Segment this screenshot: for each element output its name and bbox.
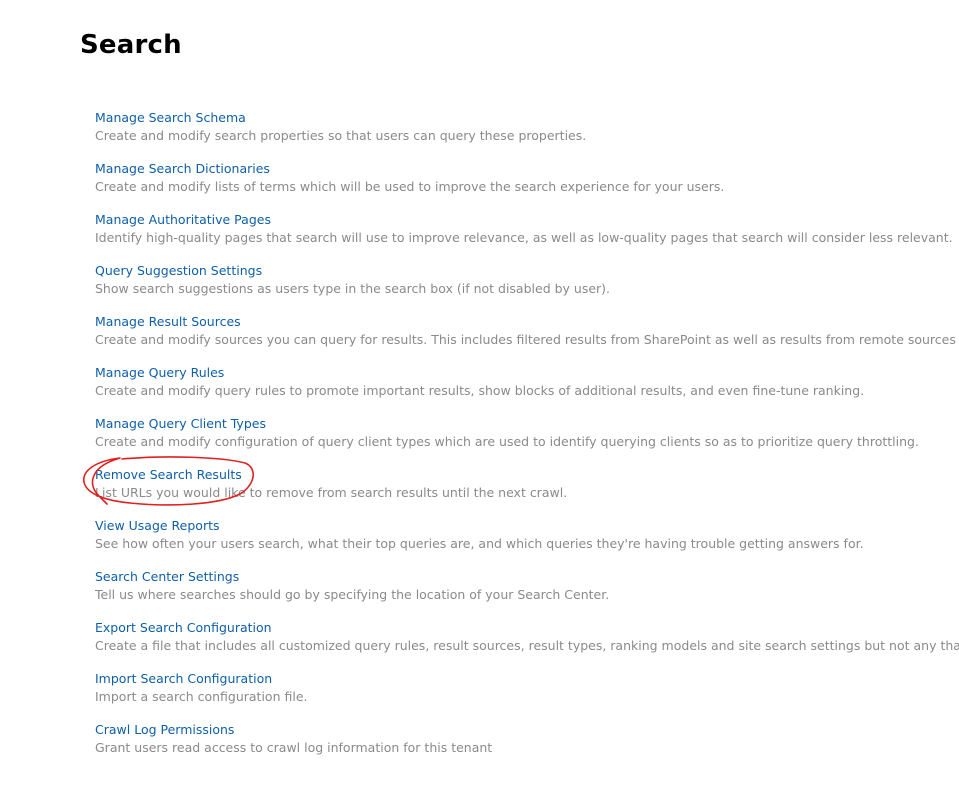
list-item-export-search-configuration: Export Search Configuration Create a fil… (95, 619, 959, 670)
remove-search-results-link[interactable]: Remove Search Results (95, 466, 959, 484)
list-item-remove-search-results: Remove Search Results List URLs you woul… (95, 466, 959, 517)
query-suggestion-settings-link[interactable]: Query Suggestion Settings (95, 262, 959, 280)
search-settings-list: Manage Search Schema Create and modify s… (95, 109, 959, 772)
manage-query-client-types-link[interactable]: Manage Query Client Types (95, 415, 959, 433)
export-search-configuration-link[interactable]: Export Search Configuration (95, 619, 959, 637)
list-item-manage-query-rules: Manage Query Rules Create and modify que… (95, 364, 959, 415)
manage-result-sources-description: Create and modify sources you can query … (95, 332, 959, 347)
list-item-view-usage-reports: View Usage Reports See how often your us… (95, 517, 959, 568)
list-item-search-center-settings: Search Center Settings Tell us where sea… (95, 568, 959, 619)
list-item-manage-authoritative-pages: Manage Authoritative Pages Identify high… (95, 211, 959, 262)
list-item-import-search-configuration: Import Search Configuration Import a sea… (95, 670, 959, 721)
manage-query-client-types-description: Create and modify configuration of query… (95, 434, 919, 449)
list-item-manage-query-client-types: Manage Query Client Types Create and mod… (95, 415, 959, 466)
list-item-query-suggestion-settings: Query Suggestion Settings Show search su… (95, 262, 959, 313)
manage-authoritative-pages-description: Identify high-quality pages that search … (95, 230, 953, 245)
manage-search-dictionaries-link[interactable]: Manage Search Dictionaries (95, 160, 959, 178)
export-search-configuration-description: Create a file that includes all customiz… (95, 638, 959, 653)
manage-result-sources-link[interactable]: Manage Result Sources (95, 313, 959, 331)
manage-search-schema-link[interactable]: Manage Search Schema (95, 109, 959, 127)
manage-authoritative-pages-link[interactable]: Manage Authoritative Pages (95, 211, 959, 229)
view-usage-reports-description: See how often your users search, what th… (95, 536, 864, 551)
query-suggestion-settings-description: Show search suggestions as users type in… (95, 281, 611, 296)
page-title: Search (80, 30, 182, 60)
manage-query-rules-link[interactable]: Manage Query Rules (95, 364, 959, 382)
manage-search-schema-description: Create and modify search properties so t… (95, 128, 587, 143)
import-search-configuration-link[interactable]: Import Search Configuration (95, 670, 959, 688)
manage-search-dictionaries-description: Create and modify lists of terms which w… (95, 179, 725, 194)
manage-query-rules-description: Create and modify query rules to promote… (95, 383, 865, 398)
crawl-log-permissions-description: Grant users read access to crawl log inf… (95, 740, 493, 755)
search-center-settings-description: Tell us where searches should go by spec… (95, 587, 610, 602)
remove-search-results-description: List URLs you would like to remove from … (95, 485, 568, 500)
list-item-manage-search-schema: Manage Search Schema Create and modify s… (95, 109, 959, 160)
view-usage-reports-link[interactable]: View Usage Reports (95, 517, 959, 535)
list-item-manage-result-sources: Manage Result Sources Create and modify … (95, 313, 959, 364)
crawl-log-permissions-link[interactable]: Crawl Log Permissions (95, 721, 959, 739)
list-item-crawl-log-permissions: Crawl Log Permissions Grant users read a… (95, 721, 959, 772)
import-search-configuration-description: Import a search configuration file. (95, 689, 308, 704)
search-center-settings-link[interactable]: Search Center Settings (95, 568, 959, 586)
list-item-manage-search-dictionaries: Manage Search Dictionaries Create and mo… (95, 160, 959, 211)
